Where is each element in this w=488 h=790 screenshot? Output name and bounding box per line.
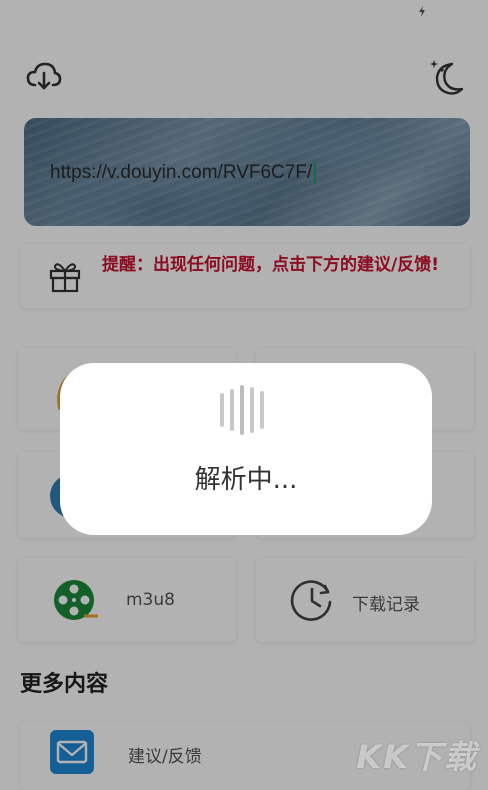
loading-dialog: 解析中...	[60, 363, 432, 535]
watermark: KK下载	[356, 738, 478, 776]
loading-bars-icon	[220, 385, 264, 435]
loading-text: 解析中...	[194, 465, 298, 495]
